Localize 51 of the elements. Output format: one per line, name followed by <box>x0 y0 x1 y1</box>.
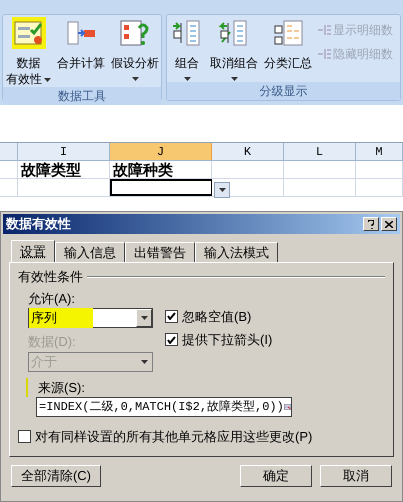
allow-select[interactable]: 序列 <box>28 308 153 328</box>
ribbon-button[interactable]: 数据 有效性 <box>5 17 52 87</box>
dialog-button[interactable]: 确定 <box>240 465 312 487</box>
checkbox[interactable] <box>18 430 31 443</box>
tab[interactable]: 出错警告 <box>125 242 195 262</box>
dialog-button[interactable]: 全部清除(C) <box>11 465 101 487</box>
window-title: 数据有效性 <box>6 215 72 234</box>
group-label: 分级显示 <box>167 82 400 100</box>
rows-icon <box>317 24 331 36</box>
column-header[interactable]: L <box>284 143 356 160</box>
ribbon-button[interactable]: 组合 <box>169 17 205 82</box>
checkbox[interactable] <box>165 310 178 323</box>
range-picker-icon[interactable] <box>284 401 291 413</box>
check-icon <box>167 312 176 320</box>
source-field[interactable]: =INDEX(二级,0,MATCH(I$2,故障类型,0)) <box>36 397 292 417</box>
tab[interactable]: 输入信息 <box>55 242 125 262</box>
column-header[interactable]: M <box>356 143 403 160</box>
caret-icon <box>132 77 138 81</box>
ribbon-button[interactable]: 取消组合 <box>209 17 259 82</box>
close-icon <box>385 220 393 228</box>
cell-text: 故障种类 <box>112 162 173 179</box>
field-label: 来源(S): <box>38 380 85 394</box>
tab[interactable]: 输入法模式 <box>195 242 278 262</box>
ribbon-button[interactable]: 假设分析 <box>110 17 160 87</box>
checkbox[interactable] <box>165 333 178 346</box>
help-button[interactable] <box>363 217 379 231</box>
checkbox-option[interactable]: 提供下拉箭头(I) <box>165 330 272 350</box>
subtotal-grid-icon <box>272 18 304 48</box>
dropdown-button[interactable] <box>214 182 230 198</box>
column-header[interactable]: K <box>212 143 284 160</box>
close-button[interactable] <box>381 217 397 231</box>
check-icon <box>167 336 176 344</box>
ribbon-button[interactable]: 分类汇总 <box>263 17 313 82</box>
dialog-button[interactable]: 取消 <box>320 465 392 487</box>
caret-icon <box>44 78 51 82</box>
cell-text: 故障类型 <box>20 162 81 179</box>
section-title: 有效性条件 <box>18 268 83 286</box>
caret-icon <box>140 360 148 364</box>
field-label: 数据(D): <box>28 333 77 351</box>
caret-icon <box>218 188 226 192</box>
field-label: 允许(A): <box>28 290 76 308</box>
group-label: 数据工具 <box>3 87 161 105</box>
column-header[interactable]: J <box>110 143 212 160</box>
ribbon-button[interactable]: 合并计算 <box>56 17 106 87</box>
checkbox-option[interactable]: 对有同样设置的所有其他单元格应用这些更改(P) <box>18 426 385 446</box>
checkbox-option[interactable]: 忽略空值(B) <box>165 306 272 326</box>
rows-icon <box>317 48 331 60</box>
caret-icon <box>140 316 148 320</box>
grid-question-icon <box>119 18 151 48</box>
tab[interactable]: 设置 <box>11 240 55 262</box>
help-icon <box>368 220 374 228</box>
